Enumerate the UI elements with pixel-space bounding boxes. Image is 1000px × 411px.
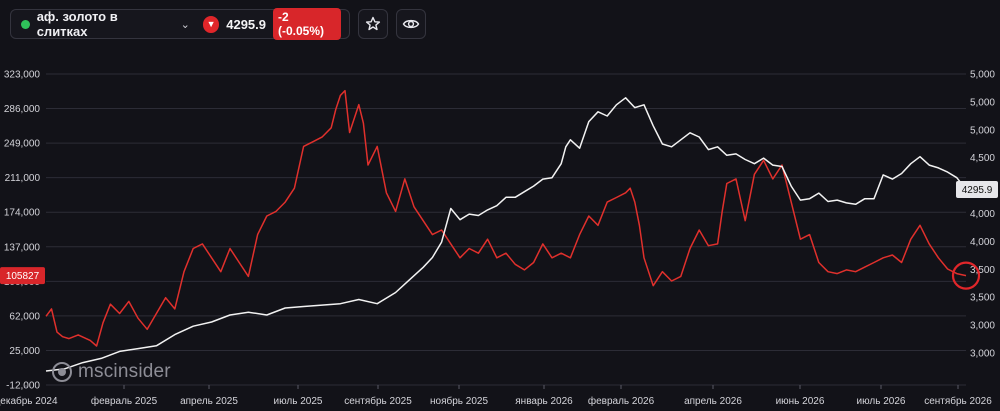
left-tick-label: 211,000 <box>5 173 41 184</box>
current-markers: 105827 4295.9 <box>0 180 998 290</box>
right-tick-label: 3,500 <box>970 293 995 304</box>
left-tick-label: 174,000 <box>4 208 41 219</box>
x-axis: декабрь 2024 февраль 2025 апрель 2025 июль … <box>0 385 992 407</box>
red-series-line <box>45 89 967 347</box>
x-tick-label: февраль 2025 <box>91 395 158 407</box>
x-tick-label: апрель 2025 <box>180 396 238 407</box>
right-axis: 5,0005,0005,0004,5004,5004,0004,0003,500… <box>970 70 995 360</box>
x-tick-label: апрель 2026 <box>684 396 742 407</box>
x-tick-label: июль 2026 <box>857 396 906 407</box>
right-current-label: 4295.9 <box>956 180 998 198</box>
x-tick-label: сентябрь 2026 <box>924 395 992 407</box>
left-tick-label: 249,000 <box>4 139 41 150</box>
left-tick-label: 25,000 <box>9 346 40 357</box>
series-lines <box>45 89 967 372</box>
watermark: mscinsider <box>52 361 171 383</box>
price-chart[interactable]: 323,000 286,000 249,000 211,000 174,000 137,0… <box>0 0 1000 411</box>
x-tick-label: июль 2025 <box>274 396 323 407</box>
right-tick-label: 4,000 <box>970 237 995 248</box>
x-tick-label: сентябрь 2025 <box>344 395 412 407</box>
left-current-value: 105827 <box>6 271 40 282</box>
right-tick-label: 5,000 <box>970 125 995 136</box>
left-tick-label: 137,000 <box>4 242 41 253</box>
right-tick-label: 4,500 <box>970 153 995 164</box>
left-tick-label: 62,000 <box>9 311 40 322</box>
right-tick-label: 3,000 <box>970 349 995 360</box>
x-tick-label: январь 2026 <box>515 396 573 407</box>
watermark-text: mscinsider <box>78 361 171 382</box>
grid-lines <box>46 73 966 386</box>
x-tick-label: июнь 2026 <box>776 396 825 407</box>
x-tick-label: февраль 2026 <box>588 395 655 407</box>
right-tick-label: 5,000 <box>970 70 995 81</box>
left-current-label: 105827 <box>0 267 45 285</box>
right-tick-label: 5,000 <box>970 97 995 108</box>
left-axis: 323,000 286,000 249,000 211,000 174,000 137,0… <box>4 70 41 392</box>
right-current-value: 4295.9 <box>962 185 993 196</box>
right-tick-label: 4,000 <box>970 209 995 220</box>
left-tick-label: 286,000 <box>4 104 41 115</box>
left-tick-label: -12,000 <box>6 381 40 392</box>
left-tick-label: 323,000 <box>4 70 41 81</box>
right-tick-label: 3,000 <box>970 321 995 332</box>
x-tick-label: ноябрь 2025 <box>430 395 488 407</box>
x-tick-label: декабрь 2024 <box>0 395 58 407</box>
watermark-logo-icon <box>52 362 72 382</box>
white-series-line <box>45 97 967 372</box>
